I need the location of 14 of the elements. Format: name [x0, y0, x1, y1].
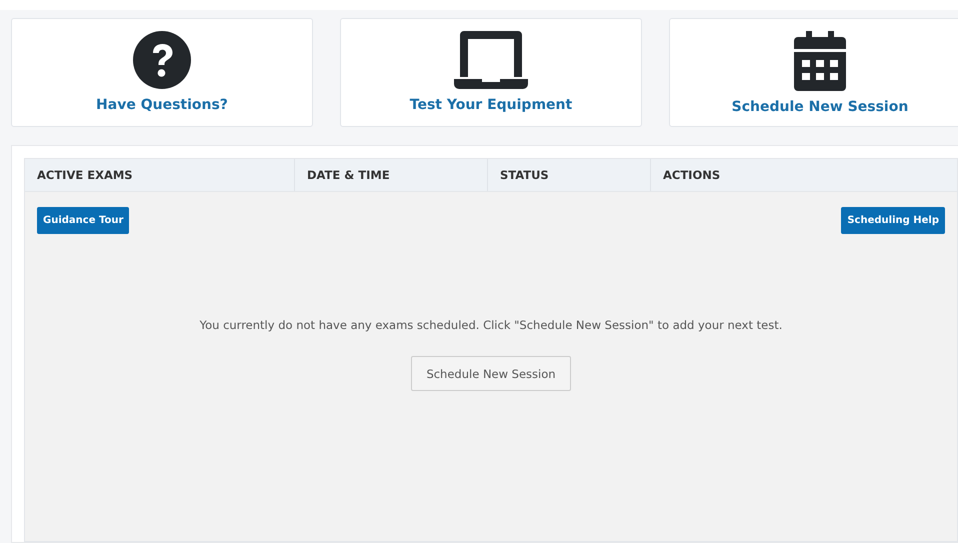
schedule-session-button[interactable]: Schedule New Session [411, 356, 571, 391]
card-link[interactable]: Have Questions? [96, 97, 228, 113]
column-header: ACTIVE EXAMS [36, 167, 134, 184]
calendar-icon [794, 31, 846, 91]
guidance-tour-button[interactable]: Guidance Tour [37, 207, 130, 234]
column-header: DATE & TIME [294, 159, 487, 191]
empty-message: You currently do not have any exams scheduled. Click "Schedule New Session" to add your next test. [200, 318, 782, 332]
scheduling-help-button[interactable]: Scheduling Help [841, 207, 945, 234]
laptop-icon [454, 31, 528, 89]
column-header: ACTIONS [650, 159, 957, 191]
question-icon [133, 31, 191, 89]
card-link[interactable]: Test Your Equipment [410, 97, 572, 113]
column-header: STATUS [487, 159, 650, 191]
card-link[interactable]: Schedule New Session [732, 99, 908, 115]
